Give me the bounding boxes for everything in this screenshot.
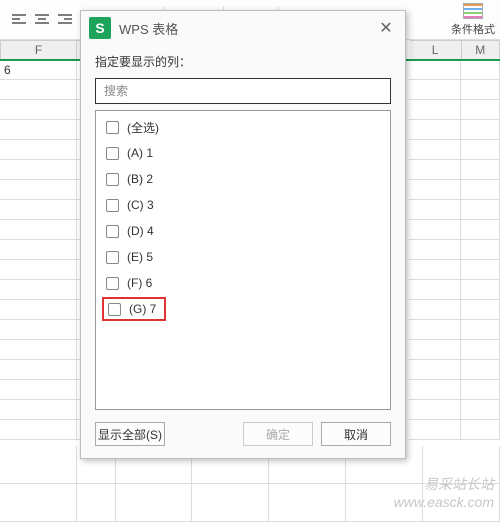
dialog-buttons: 显示全部(S) 确定 取消 xyxy=(95,422,391,446)
wps-spreadsheet-icon: S xyxy=(89,17,111,39)
list-item-label: (D) 4 xyxy=(127,224,154,238)
conditional-formatting-label: 条件格式 xyxy=(451,21,495,37)
list-item-label: (C) 3 xyxy=(127,198,154,212)
column-chooser-dialog: S WPS 表格 ✕ 指定要显示的列： (全选)(A) 1(B) 2(C) 3(… xyxy=(80,10,406,459)
dialog-titlebar[interactable]: S WPS 表格 ✕ xyxy=(81,11,405,45)
checkbox[interactable] xyxy=(106,251,119,264)
checkbox[interactable] xyxy=(106,277,119,290)
close-button[interactable]: ✕ xyxy=(375,17,397,39)
checkbox[interactable] xyxy=(106,173,119,186)
list-item-label: (全选) xyxy=(127,119,159,136)
list-item[interactable]: (B) 2 xyxy=(106,169,380,189)
conditional-formatting-icon xyxy=(463,3,483,19)
search-box xyxy=(95,78,391,104)
ok-button: 确定 xyxy=(243,422,313,446)
checkbox[interactable] xyxy=(106,121,119,134)
dialog-title: WPS 表格 xyxy=(119,19,178,38)
dialog-prompt: 指定要显示的列： xyxy=(95,53,391,70)
cell[interactable]: 6 xyxy=(0,60,77,80)
list-item[interactable]: (C) 3 xyxy=(106,195,380,215)
list-item[interactable]: (G) 7 xyxy=(102,297,166,321)
close-icon: ✕ xyxy=(379,18,392,38)
show-all-button[interactable]: 显示全部(S) xyxy=(95,422,165,446)
list-item[interactable]: (F) 6 xyxy=(106,273,380,293)
list-item-label: (F) 6 xyxy=(127,276,152,290)
align-right-icon[interactable] xyxy=(54,9,76,31)
list-item[interactable]: (D) 4 xyxy=(106,221,380,241)
search-input[interactable] xyxy=(102,83,384,99)
column-header[interactable]: F xyxy=(0,40,77,60)
list-item-highlighted: (G) 7 xyxy=(106,299,380,319)
list-item[interactable]: (A) 1 xyxy=(106,143,380,163)
checkbox[interactable] xyxy=(108,303,121,316)
list-item-label: (B) 2 xyxy=(127,172,153,186)
checkbox[interactable] xyxy=(106,199,119,212)
cell[interactable] xyxy=(409,60,461,80)
conditional-formatting-button[interactable]: 条件格式 xyxy=(450,1,496,39)
cancel-button[interactable]: 取消 xyxy=(321,422,391,446)
list-item[interactable]: (全选) xyxy=(106,117,380,137)
dialog-body: 指定要显示的列： (全选) (A) 1 (B) 2 (C) 3 (D) 4 (E) 5 (F… xyxy=(81,45,405,458)
column-header[interactable]: L xyxy=(410,40,462,60)
checkbox[interactable] xyxy=(106,225,119,238)
column-header[interactable]: M xyxy=(462,40,500,60)
list-item[interactable]: (E) 5 xyxy=(106,247,380,267)
list-item-label: (G) 7 xyxy=(129,302,156,316)
align-group xyxy=(4,9,80,31)
list-item-label: (A) 1 xyxy=(127,146,153,160)
checkbox[interactable] xyxy=(106,147,119,160)
align-left-icon[interactable] xyxy=(8,9,30,31)
list-item-label: (E) 5 xyxy=(127,250,153,264)
align-center-icon[interactable] xyxy=(31,9,53,31)
column-list[interactable]: (全选) (A) 1 (B) 2 (C) 3 (D) 4 (E) 5 (F) 6 (G) 7 xyxy=(95,110,391,410)
cell[interactable] xyxy=(461,60,500,80)
